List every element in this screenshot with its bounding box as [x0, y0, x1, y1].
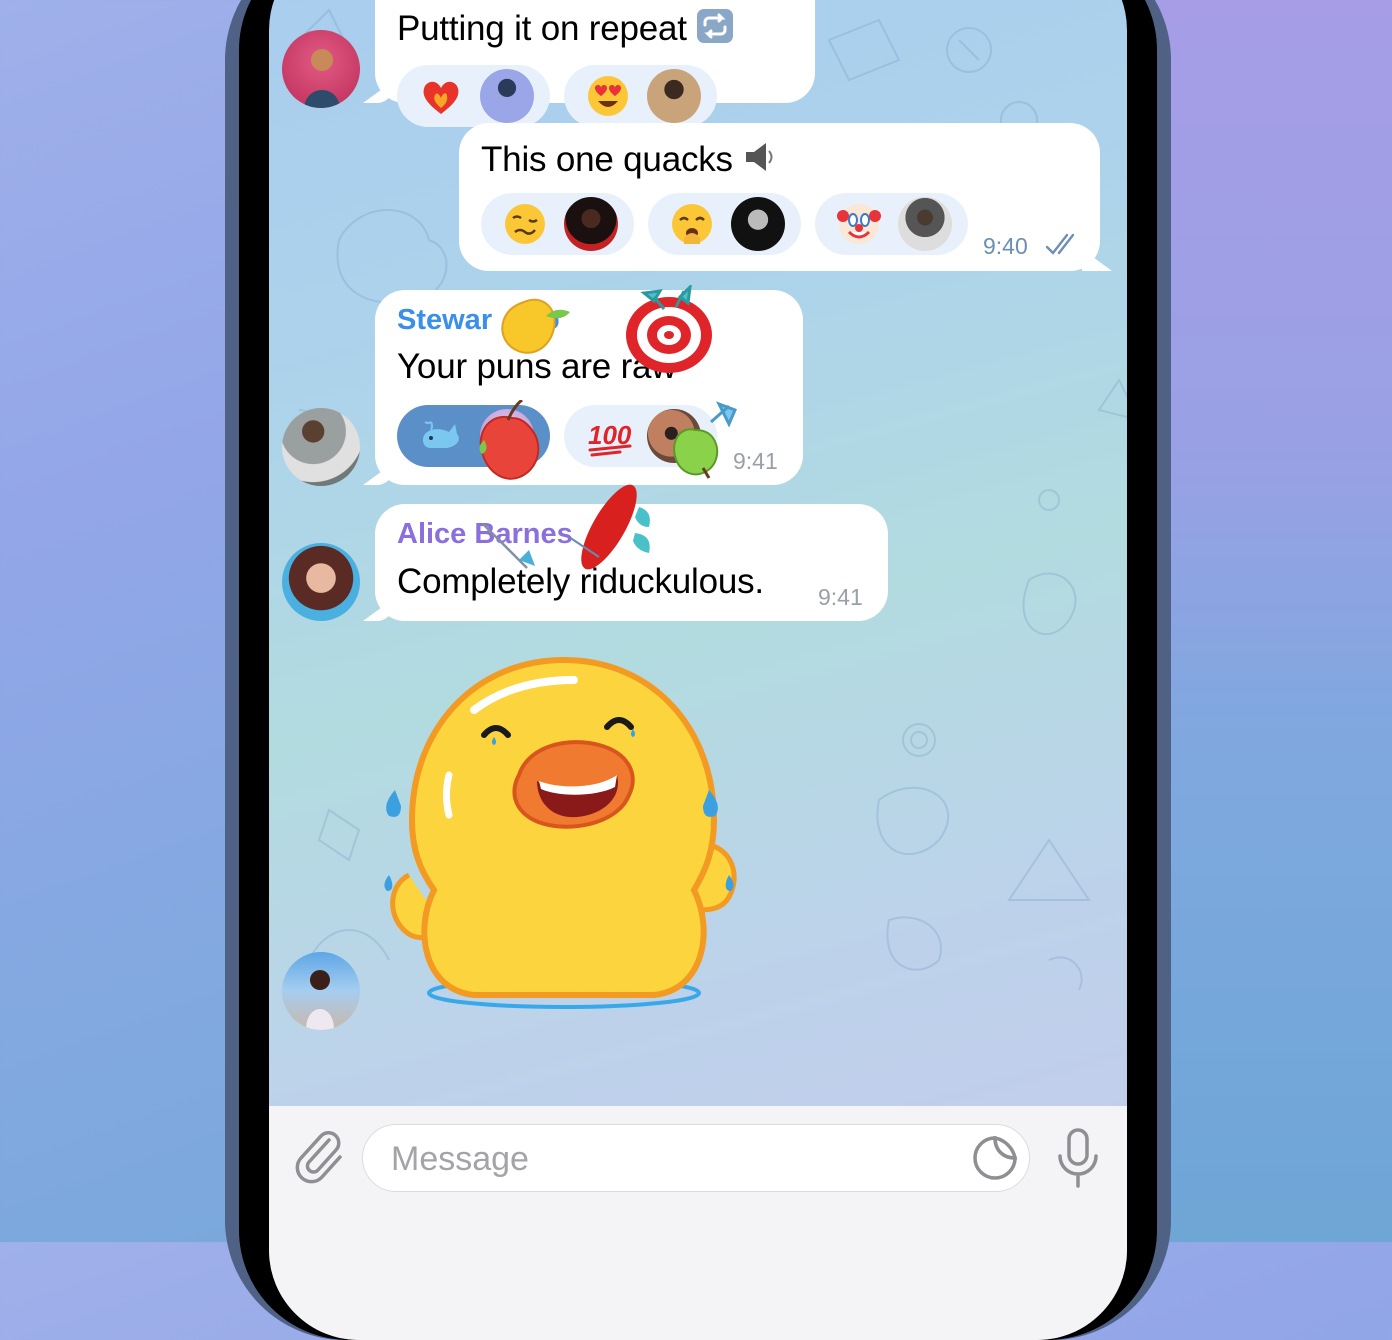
reaction-chip[interactable] [648, 193, 801, 255]
heart-eyes-icon [586, 74, 630, 118]
message-field [362, 1124, 1030, 1192]
chat-screen: Putting it on repeat 9:39 [269, 0, 1127, 1340]
clown-face-icon [837, 202, 881, 246]
message-text: This one quacks [481, 139, 778, 184]
sender-avatar[interactable] [282, 952, 360, 1030]
reaction-chip[interactable] [397, 65, 550, 127]
sender-avatar[interactable] [282, 30, 360, 108]
message-text: Putting it on repeat [397, 8, 734, 53]
read-checkmarks-icon [1045, 231, 1081, 262]
whale-icon [419, 414, 463, 458]
reaction-chip[interactable] [481, 193, 634, 255]
dart-board-flying-effect-icon [569, 484, 650, 570]
red-apple-effect-icon [479, 400, 540, 480]
yawning-face-icon [670, 202, 714, 246]
message-list: Putting it on repeat 9:39 [269, 0, 1127, 1110]
sticker-button[interactable] [971, 1134, 1019, 1182]
target-dart-effect-icon [626, 285, 712, 373]
reactor-avatar [898, 197, 952, 251]
reactor-avatar [480, 69, 534, 123]
reactor-avatar [647, 69, 701, 123]
microphone-icon [1058, 1128, 1098, 1188]
reactor-avatar [731, 197, 785, 251]
sticker-icon [973, 1135, 1018, 1180]
speaker-icon [742, 139, 778, 184]
message-time: 9:40 [983, 233, 1028, 259]
composer-bar [269, 1106, 1127, 1340]
arrow-effect-icon [482, 523, 535, 569]
repeat-icon [696, 8, 734, 53]
message-time: 9:41 [818, 584, 863, 610]
message-bubble-incoming[interactable]: Putting it on repeat 9:39 [375, 0, 815, 152]
laughing-duck-sticker[interactable] [379, 655, 759, 1015]
woozy-face-icon [503, 202, 547, 246]
yellow-apple-effect-icon [501, 298, 570, 354]
green-apple-dart-effect-icon [673, 401, 737, 479]
reaction-chip[interactable] [815, 193, 968, 255]
hundred-points-icon: 100 [586, 414, 632, 458]
heart-on-fire-icon [419, 74, 463, 118]
reactor-avatar [564, 197, 618, 251]
sender-avatar[interactable] [282, 543, 360, 621]
person-silhouette-icon [304, 49, 340, 108]
sender-avatar[interactable] [282, 408, 360, 486]
paperclip-icon [295, 1131, 342, 1184]
attach-button[interactable] [291, 1126, 347, 1188]
message-bubble-outgoing[interactable]: This one quacks 9:40 [459, 123, 1100, 271]
reaction-chip[interactable] [564, 65, 717, 127]
message-input[interactable] [389, 1133, 953, 1185]
person-silhouette-icon [306, 970, 334, 1030]
background-right [1152, 0, 1392, 1242]
microphone-button[interactable] [1055, 1126, 1101, 1188]
